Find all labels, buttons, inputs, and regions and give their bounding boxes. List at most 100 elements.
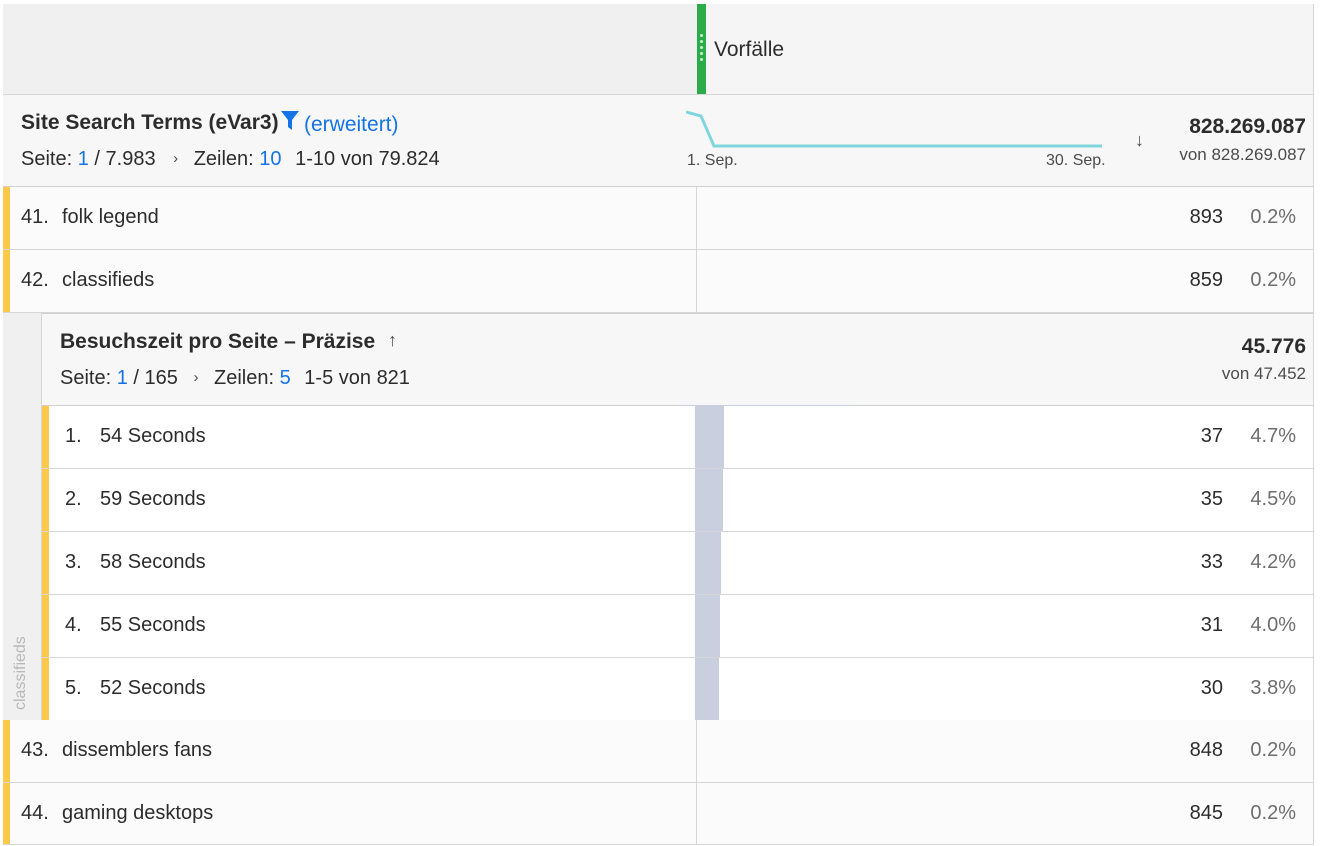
row-value: 859: [1189, 269, 1223, 291]
percent-bar: [695, 469, 723, 531]
breakdown-total-of: von 47.452: [1221, 364, 1306, 383]
page-current[interactable]: 1: [78, 148, 89, 170]
grip-dot: [700, 58, 703, 61]
row-marker: [42, 469, 49, 531]
chevron-right-icon[interactable]: ›: [173, 150, 178, 167]
row-marker: [42, 406, 49, 468]
row-number: 1.: [65, 425, 82, 447]
row-percent: 0.2%: [1250, 739, 1296, 761]
breakdown-title[interactable]: Besuchszeit pro Seite – Präzise: [60, 330, 375, 354]
breakdown-side-label: classifieds: [3, 600, 42, 710]
rows-count[interactable]: 10: [259, 148, 281, 170]
rows-range: 1-5 von 821: [304, 367, 410, 389]
row-percent: 4.2%: [1250, 551, 1296, 573]
row-value: 37: [1200, 425, 1223, 447]
row-label[interactable]: gaming desktops: [62, 802, 213, 825]
rows-count[interactable]: 5: [280, 367, 291, 389]
breakdown-row[interactable]: 4. 55 Seconds 31 4.0%: [42, 595, 1314, 658]
row-label[interactable]: folk legend: [62, 206, 159, 229]
row-value: 33: [1200, 551, 1223, 573]
row-percent: 4.5%: [1250, 488, 1296, 510]
grip-dot: [700, 52, 703, 55]
row-number: 4.: [65, 614, 82, 636]
page-total: / 165: [133, 367, 178, 389]
row-label[interactable]: 59 Seconds: [100, 488, 206, 511]
metric-total: 828.269.087: [1189, 115, 1306, 138]
dimension-title[interactable]: Site Search Terms (eVar3): [21, 111, 279, 135]
row-value: 893: [1189, 206, 1223, 228]
column-divider: [696, 720, 697, 782]
row-marker: [42, 532, 49, 594]
breakdown-row[interactable]: 5. 52 Seconds 30 3.8%: [42, 658, 1314, 721]
metric-column-header[interactable]: [697, 4, 1314, 94]
metric-total-of: von 828.269.087: [1179, 145, 1306, 164]
page-total: / 7.983: [94, 148, 156, 170]
percent-bar: [695, 658, 719, 720]
table-row[interactable]: 43. dissemblers fans 848 0.2%: [3, 720, 1314, 783]
breakdown-total: 45.776: [1241, 335, 1306, 358]
row-percent: 4.0%: [1250, 614, 1296, 636]
filter-icon[interactable]: [280, 110, 300, 137]
row-marker: [3, 187, 10, 249]
row-label[interactable]: 58 Seconds: [100, 551, 206, 574]
row-number: 2.: [65, 488, 82, 510]
row-number: 43.: [21, 739, 49, 761]
rows-label: Zeilen:: [193, 148, 254, 170]
rows-label: Zeilen:: [214, 367, 275, 389]
row-value: 30: [1200, 677, 1223, 699]
column-divider: [696, 250, 697, 312]
table-row[interactable]: 42. classifieds 859 0.2%: [3, 250, 1314, 313]
row-percent: 3.8%: [1250, 677, 1296, 699]
breakdown-row[interactable]: 3. 58 Seconds 33 4.2%: [42, 532, 1314, 595]
row-marker: [3, 720, 10, 782]
page-label: Seite:: [60, 367, 112, 389]
arrow-up-icon[interactable]: ↑: [388, 330, 397, 351]
row-value: 31: [1200, 614, 1223, 636]
breakdown-side-label-text: classifieds: [12, 636, 29, 710]
row-percent: 4.7%: [1250, 425, 1296, 447]
row-percent: 0.2%: [1250, 802, 1296, 824]
row-label[interactable]: dissemblers fans: [62, 739, 212, 762]
breakdown-row[interactable]: 2. 59 Seconds 35 4.5%: [42, 469, 1314, 532]
percent-bar: [695, 532, 721, 594]
row-marker: [3, 250, 10, 312]
breakdown-pagination: Seite: 1 / 165 › Zeilen: 5 1-5 von 821: [60, 367, 410, 390]
table-row[interactable]: 41. folk legend 893 0.2%: [3, 187, 1314, 250]
sparkline: [686, 110, 1102, 148]
breakdown-row[interactable]: 1. 54 Seconds 37 4.7%: [42, 406, 1314, 469]
column-divider: [696, 783, 697, 844]
chevron-right-icon[interactable]: ›: [193, 369, 198, 386]
row-label[interactable]: 52 Seconds: [100, 677, 206, 700]
sparkline-start-label: 1. Sep.: [687, 152, 738, 169]
row-number: 44.: [21, 802, 49, 824]
grip-dot: [700, 40, 703, 43]
metric-drag-handle[interactable]: [697, 4, 706, 94]
row-number: 41.: [21, 206, 49, 228]
table-row[interactable]: 44. gaming desktops 845 0.2%: [3, 783, 1314, 845]
row-marker: [42, 658, 49, 720]
pagination: Seite: 1 / 7.983 › Zeilen: 10 1-10 von 7…: [21, 148, 440, 171]
advanced-filter-link[interactable]: (erweitert): [304, 113, 399, 137]
row-number: 3.: [65, 551, 82, 573]
row-number: 42.: [21, 269, 49, 291]
metric-title[interactable]: Vorfälle: [714, 38, 784, 62]
row-marker: [3, 783, 10, 844]
row-label[interactable]: 55 Seconds: [100, 614, 206, 637]
grip-dot: [700, 34, 703, 37]
row-percent: 0.2%: [1250, 269, 1296, 291]
row-label[interactable]: 54 Seconds: [100, 425, 206, 448]
column-divider: [696, 187, 697, 249]
row-value: 35: [1200, 488, 1223, 510]
grip-dot: [700, 46, 703, 49]
breakdown-header: [42, 313, 1314, 406]
page-current[interactable]: 1: [117, 367, 128, 389]
page-label: Seite:: [21, 148, 73, 170]
row-marker: [42, 595, 49, 657]
row-value: 848: [1189, 739, 1223, 761]
arrow-down-icon[interactable]: ↓: [1135, 130, 1144, 151]
percent-bar: [695, 595, 720, 657]
row-label[interactable]: classifieds: [62, 269, 154, 292]
table-header-blank: [3, 4, 697, 94]
row-value: 845: [1189, 802, 1223, 824]
percent-bar: [695, 406, 724, 468]
